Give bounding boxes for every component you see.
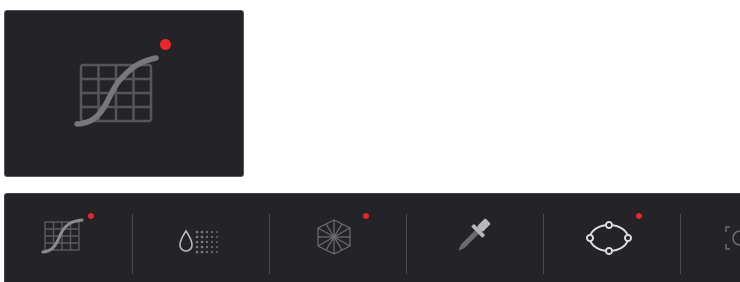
window-icon	[586, 221, 632, 255]
color-tools-toolbar	[4, 193, 740, 282]
qualifier-3d-icon	[317, 219, 351, 255]
curves-tool-button[interactable]	[5, 194, 141, 282]
curves-icon	[74, 55, 159, 127]
color-warper-icon	[179, 229, 218, 254]
tracker-icon	[725, 226, 740, 250]
qualifier-tool-button[interactable]	[416, 194, 552, 282]
active-indicator-dot	[88, 213, 94, 219]
toolbar-divider	[406, 214, 407, 274]
curves-tool-zoomed[interactable]	[4, 10, 244, 177]
toolbar-divider	[543, 214, 544, 274]
active-indicator-dot	[636, 213, 642, 219]
window-tool-button[interactable]	[553, 194, 689, 282]
curves-icon	[41, 218, 84, 254]
toolbar-divider	[269, 214, 270, 274]
eyedropper-icon	[458, 218, 491, 251]
toolbar-divider	[680, 214, 681, 274]
color-warper-tool-button[interactable]	[142, 194, 278, 282]
active-indicator-dot	[160, 39, 171, 50]
toolbar-divider	[132, 214, 133, 274]
active-indicator-dot	[363, 213, 369, 219]
qualifier-3d-tool-button[interactable]	[279, 194, 415, 282]
tracker-tool-button[interactable]	[690, 194, 740, 282]
